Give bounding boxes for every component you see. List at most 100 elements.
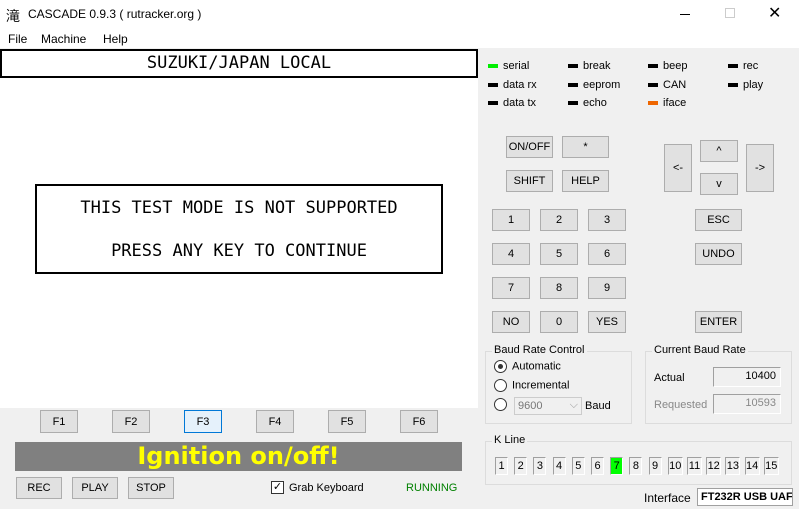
k-line-1[interactable]: 1 xyxy=(495,457,508,475)
f4-button[interactable]: F4 xyxy=(256,410,294,433)
minimize-button[interactable] xyxy=(680,14,690,15)
k-line-6[interactable]: 6 xyxy=(591,457,604,475)
indicator-can: CAN xyxy=(648,79,686,91)
key-6[interactable]: 6 xyxy=(588,243,626,265)
indicator-label: break xyxy=(583,60,611,72)
led-icon xyxy=(728,83,738,88)
close-button[interactable]: ✕ xyxy=(768,3,781,23)
k-line-14[interactable]: 14 xyxy=(744,457,760,475)
esc-button[interactable]: ESC xyxy=(695,209,742,231)
baud-label: Baud xyxy=(585,400,611,412)
indicator-label: CAN xyxy=(663,79,687,91)
key-9[interactable]: 9 xyxy=(588,277,626,299)
k-line-10[interactable]: 10 xyxy=(667,457,683,475)
star-button[interactable]: * xyxy=(562,136,609,158)
k-line-3[interactable]: 3 xyxy=(533,457,547,475)
indicator-data-rx: data rx xyxy=(488,79,537,91)
no-button[interactable]: NO xyxy=(492,311,530,333)
message-line-1: THIS TEST MODE IS NOT SUPPORTED xyxy=(80,198,398,218)
window-title: CASCADE 0.9.3 ( rutracker.org ) xyxy=(28,7,202,21)
led-icon xyxy=(488,64,498,69)
baud-select[interactable]: 9600 ⌵ xyxy=(514,397,582,415)
key-4[interactable]: 4 xyxy=(492,243,530,265)
interface-label: Interface xyxy=(644,491,691,505)
menu-file[interactable]: File xyxy=(8,32,27,46)
key-8[interactable]: 8 xyxy=(540,277,578,299)
running-status: RUNNING xyxy=(406,482,458,494)
key-7[interactable]: 7 xyxy=(492,277,530,299)
f3-button[interactable]: F3 xyxy=(184,410,222,433)
undo-button[interactable]: UNDO xyxy=(695,243,742,265)
radio-dot xyxy=(494,379,507,392)
led-icon xyxy=(488,83,498,88)
left-arrow-button[interactable]: <- xyxy=(664,144,692,192)
led-icon xyxy=(728,64,738,69)
k-line-8[interactable]: 8 xyxy=(629,457,643,475)
key-0[interactable]: 0 xyxy=(540,311,578,333)
baud-rate-control-title: Baud Rate Control xyxy=(492,344,587,356)
indicator-echo: echo xyxy=(568,97,607,109)
k-line-9[interactable]: 9 xyxy=(648,457,662,475)
title-bar: 滝 CASCADE 0.9.3 ( rutracker.org ) ✕ xyxy=(0,0,799,30)
fixed-baud-radio[interactable] xyxy=(494,398,512,411)
led-icon xyxy=(648,83,658,88)
k-line-title: K Line xyxy=(492,434,528,446)
indicator-beep: beep xyxy=(648,60,687,72)
k-line-15[interactable]: 15 xyxy=(763,457,779,475)
help-button[interactable]: HELP xyxy=(562,170,609,192)
interface-field: FT232R USB UAF xyxy=(697,488,793,506)
shift-button[interactable]: SHIFT xyxy=(506,170,553,192)
requested-baud-field: 10593 xyxy=(713,394,781,414)
down-arrow-button[interactable]: v xyxy=(700,173,738,195)
indicator-label: data rx xyxy=(503,79,537,91)
right-arrow-button[interactable]: -> xyxy=(746,144,774,192)
actual-baud-field: 10400 xyxy=(713,367,781,387)
k-line-7[interactable]: 7 xyxy=(610,457,624,475)
f6-button[interactable]: F6 xyxy=(400,410,438,433)
k-line-2[interactable]: 2 xyxy=(514,457,528,475)
k-line-13[interactable]: 13 xyxy=(725,457,741,475)
radio-dot xyxy=(494,398,507,411)
menu-bar: File Machine Help xyxy=(0,30,799,48)
indicator-label: iface xyxy=(663,97,687,109)
indicator-label: rec xyxy=(743,60,759,72)
incremental-radio[interactable]: Incremental xyxy=(494,379,569,392)
enter-button[interactable]: ENTER xyxy=(695,311,742,333)
onoff-button[interactable]: ON/OFF xyxy=(506,136,553,158)
key-2[interactable]: 2 xyxy=(540,209,578,231)
yes-button[interactable]: YES xyxy=(588,311,626,333)
f1-button[interactable]: F1 xyxy=(40,410,78,433)
indicator-label: play xyxy=(743,79,764,91)
incremental-label: Incremental xyxy=(512,379,570,392)
led-icon xyxy=(568,101,578,106)
grab-keyboard-checkbox[interactable]: ✓ xyxy=(271,481,284,494)
led-icon xyxy=(648,64,658,69)
key-3[interactable]: 3 xyxy=(588,209,626,231)
indicator-label: data tx xyxy=(503,97,537,109)
k-line-11[interactable]: 11 xyxy=(687,457,702,475)
indicator-label: beep xyxy=(663,60,688,72)
baud-select-value: 9600 xyxy=(518,400,543,412)
requested-label: Requested xyxy=(654,399,708,411)
indicator-eeprom: eeprom xyxy=(568,79,620,91)
k-line-4[interactable]: 4 xyxy=(552,457,566,475)
f5-button[interactable]: F5 xyxy=(328,410,366,433)
f2-button[interactable]: F2 xyxy=(112,410,150,433)
k-line-12[interactable]: 12 xyxy=(706,457,722,475)
current-baud-rate-title: Current Baud Rate xyxy=(652,344,748,356)
led-icon xyxy=(488,101,498,106)
menu-machine[interactable]: Machine xyxy=(41,32,86,46)
message-box: THIS TEST MODE IS NOT SUPPORTED PRESS AN… xyxy=(35,184,443,274)
k-line-5[interactable]: 5 xyxy=(571,457,585,475)
key-1[interactable]: 1 xyxy=(492,209,530,231)
rec-button[interactable]: REC xyxy=(16,477,62,499)
app-kanji-icon: 滝 xyxy=(6,8,20,24)
key-5[interactable]: 5 xyxy=(540,243,578,265)
maximize-button[interactable] xyxy=(725,8,735,18)
menu-help[interactable]: Help xyxy=(103,32,128,46)
play-button[interactable]: PLAY xyxy=(72,477,118,499)
stop-button[interactable]: STOP xyxy=(128,477,174,499)
display-screen: SUZUKI/JAPAN LOCAL THIS TEST MODE IS NOT… xyxy=(0,49,478,408)
up-arrow-button[interactable]: ^ xyxy=(700,140,738,162)
automatic-radio[interactable]: Automatic xyxy=(494,360,561,373)
